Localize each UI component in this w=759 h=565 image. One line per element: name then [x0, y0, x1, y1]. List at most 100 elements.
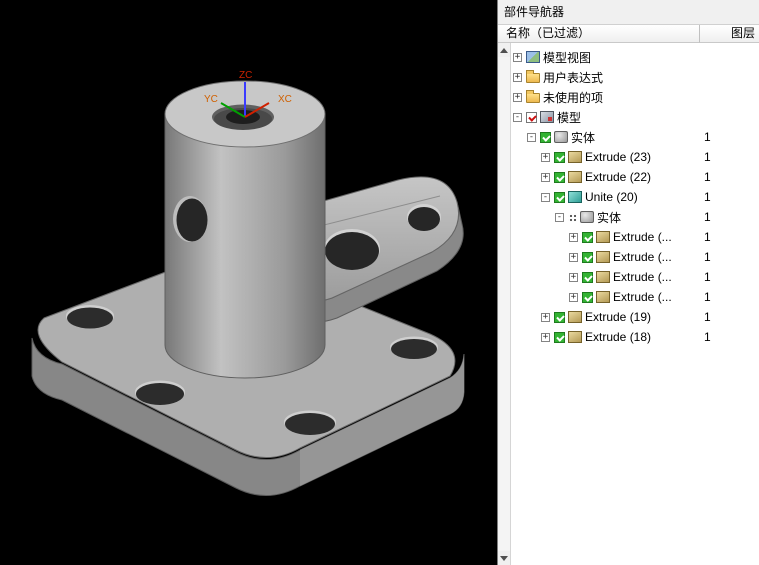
layer-value: 1: [704, 130, 711, 144]
feature-checkbox[interactable]: [554, 151, 565, 163]
triangle-up-icon: [500, 47, 508, 53]
layer-value: 1: [704, 170, 711, 184]
tree-column-headers: 名称（已过滤） 图层: [498, 25, 759, 43]
tree-row-extrude-a[interactable]: + Extrude (... 1: [511, 227, 759, 247]
solid-body-icon: [554, 131, 568, 143]
part-navigator-tree: + 模型视图 + 用户表达式 + 未使用的项 - 模型 - 实体 1 + Ext…: [511, 43, 759, 565]
graphics-viewport[interactable]: ZC YC XC: [0, 0, 497, 565]
tree-row-extrude-18[interactable]: + Extrude (18) 1: [511, 327, 759, 347]
tree-row-extrude-b[interactable]: + Extrude (... 1: [511, 247, 759, 267]
feature-checkbox[interactable]: [554, 311, 565, 323]
tree-row-extrude-23[interactable]: + Extrude (23) 1: [511, 147, 759, 167]
tree-row-user-expressions[interactable]: + 用户表达式: [511, 67, 759, 87]
expand-toggle[interactable]: -: [527, 132, 536, 142]
column-header-name[interactable]: 名称（已过滤）: [498, 25, 700, 43]
panel-title[interactable]: 部件导航器: [498, 0, 759, 25]
tree-item-label: 未使用的项: [543, 90, 604, 105]
folder-icon: [526, 90, 540, 103]
extrude-icon: [596, 251, 610, 263]
layer-value: 1: [704, 250, 711, 264]
axis-z-label: ZC: [239, 70, 252, 81]
layer-value: 1: [704, 150, 711, 164]
layer-value: 1: [704, 270, 711, 284]
tree-row-model[interactable]: - 模型: [511, 107, 759, 127]
feature-checkbox[interactable]: [554, 331, 565, 343]
layer-value: 1: [704, 290, 711, 304]
expand-toggle[interactable]: +: [513, 52, 522, 62]
axis-x-label: XC: [278, 94, 292, 105]
feature-checkbox[interactable]: [554, 191, 565, 203]
part-navigator-panel: 部件导航器 名称（已过滤） 图层 + 模型视图 + 用户表达式 + 未使用的项 …: [497, 0, 759, 565]
expand-toggle[interactable]: +: [541, 172, 550, 182]
model-3d[interactable]: ZC YC XC: [0, 0, 497, 565]
tree-item-label: Unite (20): [585, 190, 638, 204]
expand-toggle[interactable]: +: [541, 152, 550, 162]
side-hole[interactable]: [176, 198, 208, 242]
expand-toggle[interactable]: -: [541, 192, 550, 202]
layer-value: 1: [704, 230, 711, 244]
tree-row-unite-20[interactable]: - Unite (20) 1: [511, 187, 759, 207]
layer-value: 1: [704, 210, 711, 224]
extrude-icon: [596, 231, 610, 243]
extrude-icon: [568, 311, 582, 323]
tree-item-label: Extrude (...: [613, 250, 672, 264]
tree-row-extrude-c[interactable]: + Extrude (... 1: [511, 267, 759, 287]
expand-toggle[interactable]: -: [513, 112, 522, 122]
cylinder-body[interactable]: [164, 113, 326, 379]
tree-row-model-views[interactable]: + 模型视图: [511, 47, 759, 67]
plate-hole[interactable]: [391, 339, 437, 359]
tree-item-label: Extrude (18): [585, 330, 652, 344]
expand-toggle[interactable]: +: [569, 292, 578, 302]
tree-row-solid-body[interactable]: - 实体 1: [511, 127, 759, 147]
panel-body: + 模型视图 + 用户表达式 + 未使用的项 - 模型 - 实体 1 + Ext…: [498, 43, 759, 565]
flange-hole-small[interactable]: [408, 207, 440, 231]
flange-hole-large[interactable]: [325, 232, 379, 270]
scrollbar-vertical[interactable]: [498, 43, 511, 565]
plate-hole[interactable]: [285, 413, 335, 435]
expand-toggle[interactable]: +: [541, 332, 550, 342]
triangle-down-icon: [500, 555, 508, 561]
layer-value: 1: [704, 330, 711, 344]
expand-toggle[interactable]: -: [555, 212, 564, 222]
feature-checkbox[interactable]: [582, 231, 593, 243]
extrude-icon: [596, 291, 610, 303]
scroll-down-button[interactable]: [498, 551, 510, 565]
folder-icon: [526, 70, 540, 83]
plate-hole[interactable]: [67, 307, 113, 329]
tree-item-label: Extrude (...: [613, 270, 672, 284]
unite-icon: [568, 191, 582, 203]
application-window: ZC YC XC 部件导航器 名称（已过滤） 图层 + 模型视图 + 用户表达式…: [0, 0, 759, 565]
extrude-icon: [568, 151, 582, 163]
model-checkbox[interactable]: [526, 111, 537, 123]
solid-body-icon: [580, 211, 594, 223]
expand-toggle[interactable]: +: [569, 232, 578, 242]
tree-item-label: 实体: [571, 130, 596, 145]
expand-toggle[interactable]: +: [569, 252, 578, 262]
column-header-layer[interactable]: 图层: [700, 25, 759, 43]
plate-hole[interactable]: [136, 383, 184, 405]
expand-toggle[interactable]: +: [513, 72, 522, 82]
tree-row-unite-body[interactable]: - 实体 1: [511, 207, 759, 227]
tree-row-extrude-19[interactable]: + Extrude (19) 1: [511, 307, 759, 327]
tree-row-extrude-d[interactable]: + Extrude (... 1: [511, 287, 759, 307]
expand-toggle[interactable]: +: [513, 92, 522, 102]
feature-checkbox[interactable]: [540, 131, 551, 143]
feature-checkbox[interactable]: [554, 171, 565, 183]
scroll-up-button[interactable]: [498, 43, 510, 57]
tree-item-label: Extrude (19): [585, 310, 652, 324]
expand-toggle[interactable]: +: [569, 272, 578, 282]
cylinder[interactable]: [164, 80, 326, 379]
extrude-icon: [568, 171, 582, 183]
expand-toggle[interactable]: +: [541, 312, 550, 322]
feature-checkbox[interactable]: [582, 271, 593, 283]
layer-value: 1: [704, 190, 711, 204]
scrollbar-track[interactable]: [498, 57, 510, 551]
tree-item-label: 模型视图: [543, 50, 592, 65]
model-history-icon: [540, 111, 554, 123]
feature-checkbox[interactable]: [582, 291, 593, 303]
tree-row-extrude-22[interactable]: + Extrude (22) 1: [511, 167, 759, 187]
tree-row-unused-items[interactable]: + 未使用的项: [511, 87, 759, 107]
tree-item-label: 模型: [557, 110, 582, 125]
feature-checkbox[interactable]: [582, 251, 593, 263]
tree-item-label: Extrude (22): [585, 170, 652, 184]
